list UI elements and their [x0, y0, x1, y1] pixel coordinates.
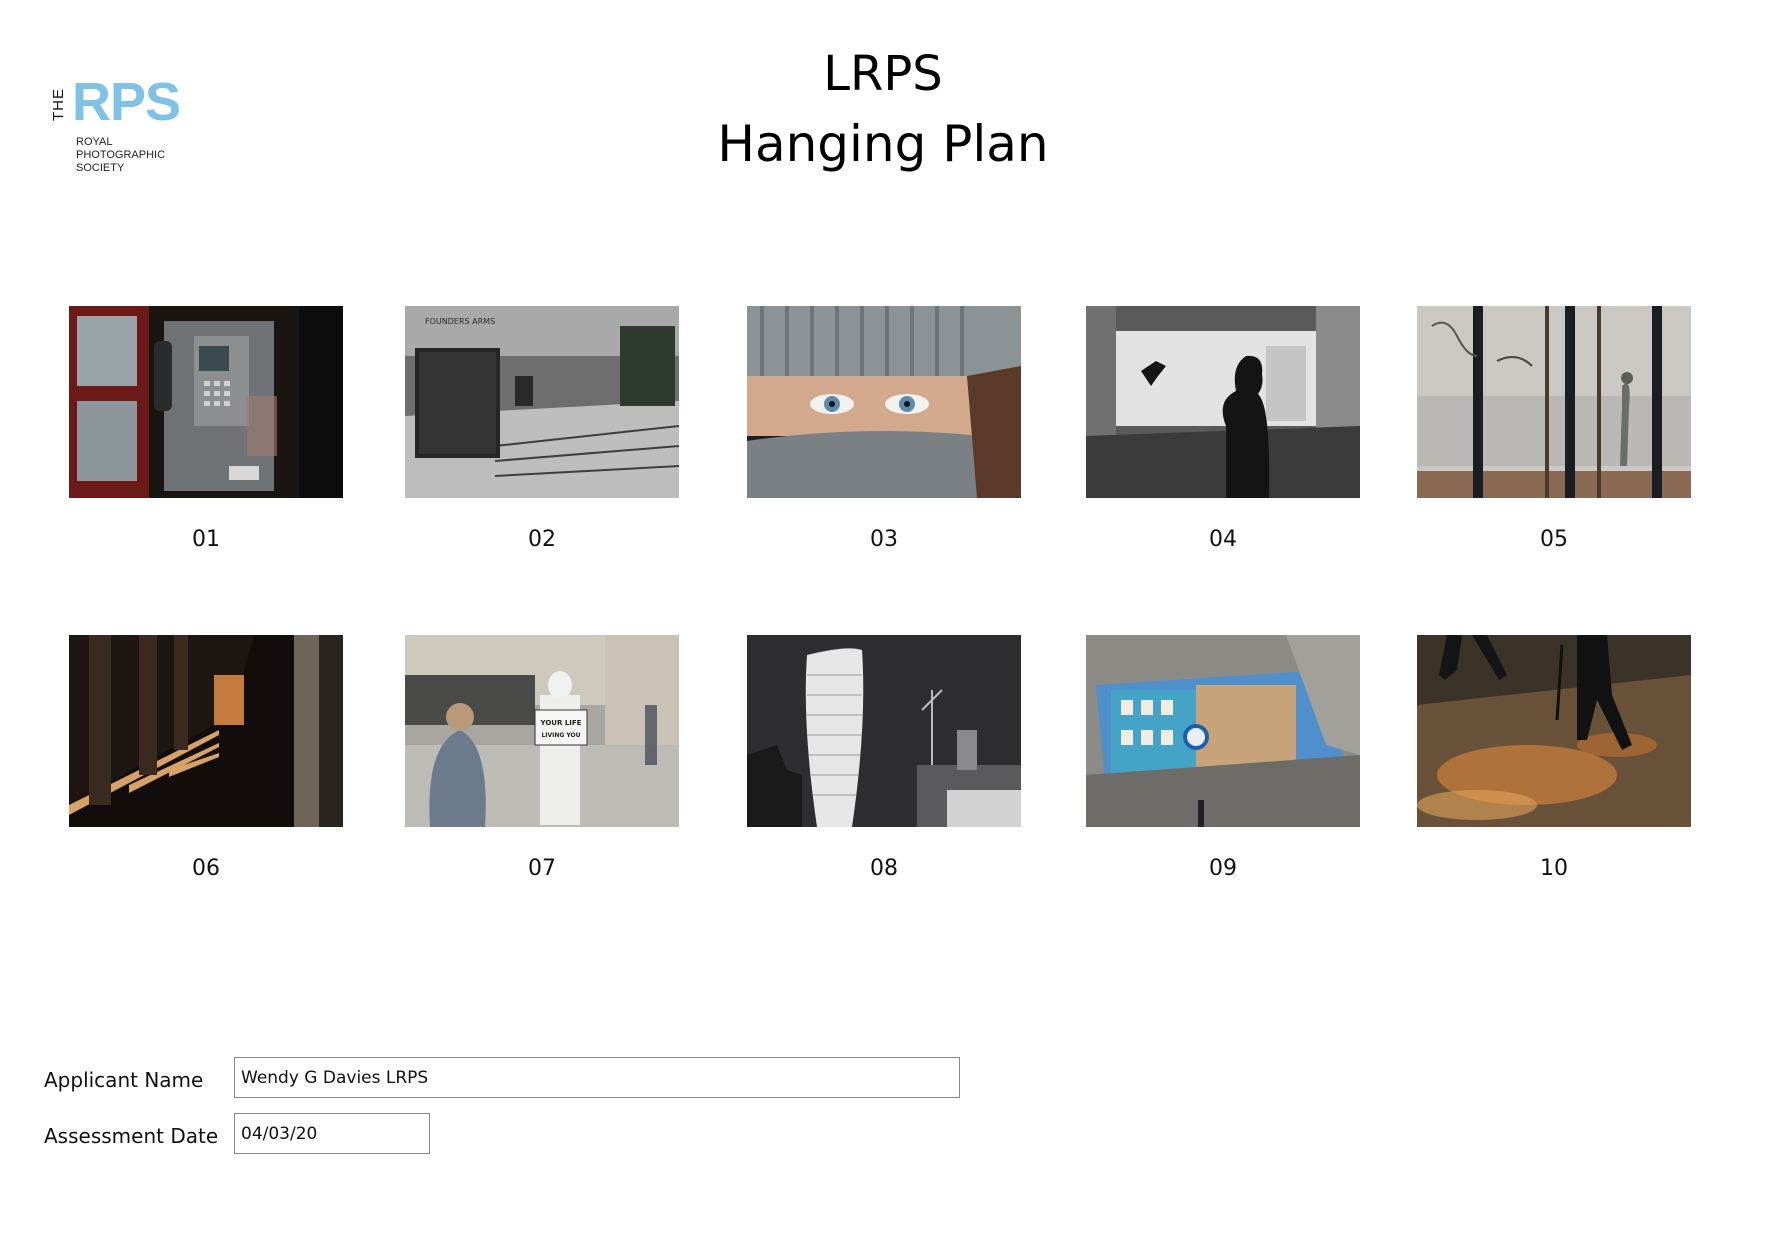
applicant-name-label: Applicant Name — [44, 1068, 204, 1092]
photo-number-07: 07 — [528, 856, 556, 881]
photo-number-08: 08 — [870, 856, 898, 881]
photo-06-colonnade — [69, 635, 343, 827]
photo-10-wet-pavement — [1417, 635, 1691, 827]
page-header: LRPS Hanging Plan — [0, 40, 1766, 180]
photo-number-02: 02 — [528, 527, 556, 552]
svg-text:LIVING YOU: LIVING YOU — [541, 732, 580, 739]
photo-04-silhouette — [1086, 306, 1360, 498]
photo-number-09: 09 — [1209, 856, 1237, 881]
photo-07-rabbit-sign: YOUR LIFE LIVING YOU — [405, 635, 679, 827]
photo-01-phone-box — [69, 306, 343, 498]
photo-05-railings — [1417, 306, 1691, 498]
page-subtitle: Hanging Plan — [717, 115, 1049, 173]
photo-02-founders-arms: FOUNDERS ARMS — [405, 306, 679, 498]
svg-text:YOUR LIFE: YOUR LIFE — [540, 719, 582, 727]
svg-text:FOUNDERS ARMS: FOUNDERS ARMS — [425, 317, 495, 326]
photo-number-06: 06 — [192, 856, 220, 881]
photo-09-puddle-reflection — [1086, 635, 1360, 827]
photo-03-eyes — [747, 306, 1021, 498]
photo-number-01: 01 — [192, 527, 220, 552]
page-title: LRPS — [823, 46, 943, 102]
applicant-name-field[interactable] — [234, 1057, 960, 1098]
assessment-date-label: Assessment Date — [44, 1124, 219, 1148]
photo-number-05: 05 — [1540, 527, 1568, 552]
assessment-date-field[interactable] — [234, 1113, 430, 1154]
photo-number-03: 03 — [870, 527, 898, 552]
photo-number-04: 04 — [1209, 527, 1237, 552]
photo-number-10: 10 — [1540, 856, 1568, 881]
photo-08-walkie-talkie — [747, 635, 1021, 827]
